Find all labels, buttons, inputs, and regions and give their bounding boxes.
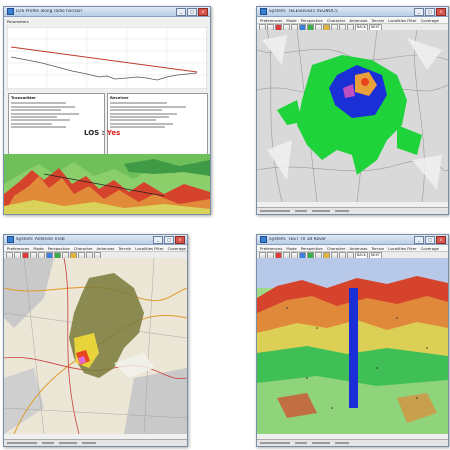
receiver-panel: Receiver bbox=[107, 93, 208, 155]
app-icon bbox=[260, 8, 267, 15]
titlebar[interactable]: LOS Profile along radio horizon _ □ × bbox=[4, 7, 210, 17]
menu-terrain[interactable]: Terrain bbox=[118, 246, 131, 251]
close-button[interactable]: × bbox=[198, 7, 208, 16]
los-status: LOS : Yes bbox=[84, 129, 120, 137]
close-button[interactable]: × bbox=[175, 235, 185, 244]
menu-preferences[interactable]: Preferences bbox=[260, 18, 282, 23]
menu-perspective[interactable]: Perspective bbox=[301, 18, 323, 23]
menu-antennas[interactable]: Antennas bbox=[349, 18, 367, 23]
status-bar bbox=[257, 439, 448, 446]
titlebar[interactable]: System: TELESOGGI5 VEGNOC5 _ □ × bbox=[257, 7, 448, 17]
menu-perspective[interactable]: Perspective bbox=[48, 246, 70, 251]
coverage-map[interactable] bbox=[257, 30, 448, 202]
titlebar[interactable]: System: Antenne Trieb _ □ × bbox=[4, 235, 187, 245]
window-title: System: TEST TV 3d Rover bbox=[269, 237, 327, 242]
menu-bar: Preferences Mode Perspective Character A… bbox=[257, 17, 448, 24]
receiver-detail-lines bbox=[108, 102, 207, 129]
close-button[interactable]: × bbox=[436, 7, 446, 16]
menu-localities-filter[interactable]: Localities Filter bbox=[135, 246, 163, 251]
menu-coverage[interactable]: Coverage bbox=[421, 18, 439, 23]
menu-bar: Preferences Mode Perspective Character A… bbox=[257, 245, 448, 252]
titlebar[interactable]: System: TEST TV 3d Rover _ □ × bbox=[257, 235, 448, 245]
minimize-button[interactable]: _ bbox=[414, 235, 424, 244]
status-bar bbox=[4, 439, 187, 446]
antenna-beam-column bbox=[349, 288, 358, 408]
maximize-button[interactable]: □ bbox=[425, 235, 435, 244]
window-title: System: TELESOGGI5 VEGNOC5 bbox=[269, 9, 338, 14]
test3d-window[interactable]: System: TEST TV 3d Rover _ □ × Preferences… bbox=[256, 234, 449, 447]
menu-perspective[interactable]: Perspective bbox=[301, 246, 323, 251]
menu-localities-filter[interactable]: Localities Filter bbox=[388, 18, 416, 23]
menu-character[interactable]: Character bbox=[327, 18, 346, 23]
los-value: Yes bbox=[106, 129, 121, 137]
parameters-panel: Parameters bbox=[7, 19, 67, 27]
menu-localities-filter[interactable]: Localities Filter bbox=[388, 246, 416, 251]
terrain-3d-view[interactable] bbox=[4, 154, 210, 214]
menu-terrain[interactable]: Terrain bbox=[371, 18, 384, 23]
window-title: System: Antenne Trieb bbox=[16, 237, 65, 242]
app-icon bbox=[260, 236, 267, 243]
transmitter-detail-lines bbox=[9, 102, 104, 129]
close-button[interactable]: × bbox=[436, 235, 446, 244]
coverage-map[interactable] bbox=[4, 258, 187, 434]
los-label: LOS : bbox=[84, 129, 105, 137]
menu-bar: Preferences Mode Perspective Character A… bbox=[4, 245, 187, 252]
parameters-label: Parameters bbox=[7, 19, 29, 24]
window-title: LOS Profile along radio horizon bbox=[16, 9, 82, 14]
los-profile-window[interactable]: LOS Profile along radio horizon _ □ × Para… bbox=[3, 6, 211, 215]
minimize-button[interactable]: _ bbox=[176, 7, 186, 16]
telesoggi-window[interactable]: System: TELESOGGI5 VEGNOC5 _ □ × Preferenc… bbox=[256, 6, 449, 215]
menu-mode[interactable]: Mode bbox=[286, 246, 296, 251]
app-icon bbox=[7, 8, 14, 15]
los-profile-chart bbox=[7, 27, 207, 89]
minimize-button[interactable]: _ bbox=[153, 235, 163, 244]
menu-antennas[interactable]: Antennas bbox=[349, 246, 367, 251]
terrain-3d-map[interactable] bbox=[257, 258, 448, 434]
menu-mode[interactable]: Mode bbox=[286, 18, 296, 23]
transmitter-heading: Transmitter bbox=[11, 95, 36, 100]
antenne-window[interactable]: System: Antenne Trieb _ □ × Preferences Mo… bbox=[3, 234, 188, 447]
maximize-button[interactable]: □ bbox=[187, 7, 197, 16]
menu-character[interactable]: Character bbox=[327, 246, 346, 251]
transmitter-panel: Transmitter bbox=[8, 93, 105, 155]
status-bar bbox=[257, 207, 448, 214]
minimize-button[interactable]: _ bbox=[414, 7, 424, 16]
menu-preferences[interactable]: Preferences bbox=[260, 246, 282, 251]
menu-preferences[interactable]: Preferences bbox=[7, 246, 29, 251]
menu-antennas[interactable]: Antennas bbox=[96, 246, 114, 251]
menu-coverage[interactable]: Coverage bbox=[421, 246, 439, 251]
menu-coverage[interactable]: Coverage bbox=[168, 246, 186, 251]
menu-mode[interactable]: Mode bbox=[33, 246, 43, 251]
receiver-heading: Receiver bbox=[110, 95, 129, 100]
menu-character[interactable]: Character bbox=[74, 246, 93, 251]
maximize-button[interactable]: □ bbox=[425, 7, 435, 16]
app-icon bbox=[7, 236, 14, 243]
menu-terrain[interactable]: Terrain bbox=[371, 246, 384, 251]
maximize-button[interactable]: □ bbox=[164, 235, 174, 244]
